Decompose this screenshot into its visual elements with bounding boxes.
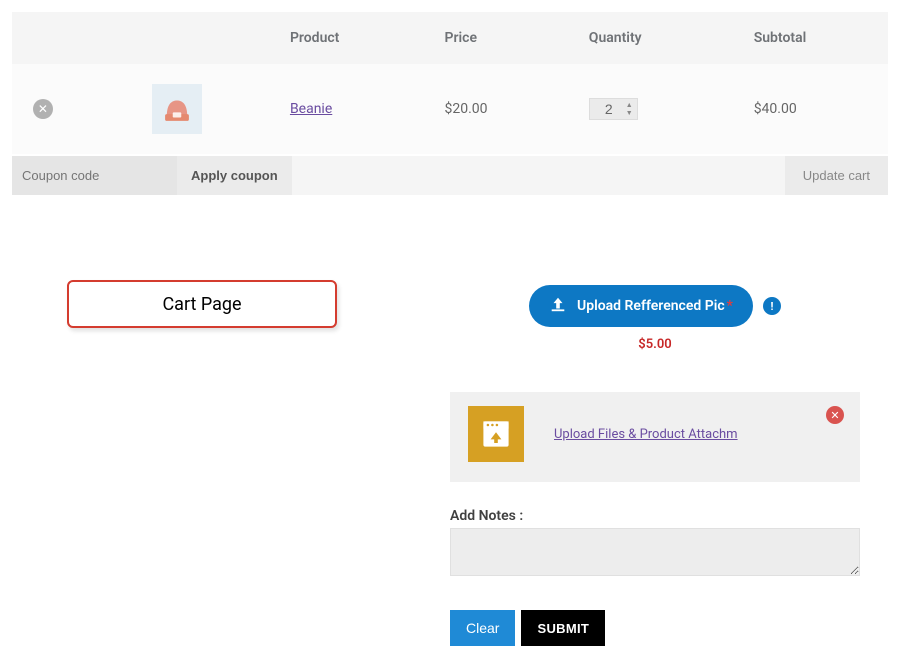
product-name-link[interactable]: Beanie bbox=[290, 101, 332, 117]
quantity-stepper[interactable]: ▲ ▼ bbox=[589, 98, 638, 120]
header-quantity: Quantity bbox=[579, 12, 744, 64]
notes-textarea[interactable] bbox=[450, 528, 860, 576]
upload-price: $5.00 bbox=[450, 337, 860, 352]
cart-table: Product Price Quantity Subtotal ✕ bbox=[12, 12, 888, 154]
header-price: Price bbox=[435, 12, 579, 64]
cart-row: ✕ Beanie $20.00 bbox=[12, 64, 888, 154]
remove-item-button[interactable]: ✕ bbox=[33, 99, 53, 119]
quantity-input[interactable] bbox=[594, 101, 624, 117]
attachment-link[interactable]: Upload Files & Product Attachm bbox=[554, 427, 738, 442]
chevron-down-icon[interactable]: ▼ bbox=[626, 110, 633, 117]
upload-button-label: Upload Refferenced Pic bbox=[577, 298, 725, 314]
cart-actions-bar: Apply coupon Update cart bbox=[12, 156, 888, 195]
notes-label: Add Notes : bbox=[450, 508, 860, 524]
product-subtotal: $40.00 bbox=[754, 101, 797, 117]
addon-panel: Upload Refferenced Pic* ! $5.00 ✕ Upload… bbox=[450, 285, 860, 646]
beanie-icon bbox=[160, 92, 194, 126]
header-product: Product bbox=[280, 12, 435, 64]
upload-icon bbox=[549, 295, 567, 317]
annotation-callout: Cart Page bbox=[67, 280, 337, 328]
close-icon: ✕ bbox=[38, 103, 48, 115]
submit-button[interactable]: SUBMIT bbox=[521, 610, 605, 646]
clear-button[interactable]: Clear bbox=[450, 610, 515, 646]
attachment-panel: ✕ Upload Files & Product Attachm bbox=[450, 392, 860, 482]
apply-coupon-button[interactable]: Apply coupon bbox=[177, 156, 292, 195]
product-price: $20.00 bbox=[445, 101, 488, 117]
update-cart-button[interactable]: Update cart bbox=[785, 156, 888, 195]
required-marker: * bbox=[727, 298, 733, 314]
info-icon[interactable]: ! bbox=[763, 297, 781, 315]
coupon-code-input[interactable] bbox=[12, 156, 177, 195]
cart-header-row: Product Price Quantity Subtotal bbox=[12, 12, 888, 64]
attachment-upload-icon bbox=[468, 406, 524, 462]
attachment-close-button[interactable]: ✕ bbox=[826, 406, 844, 424]
chevron-up-icon[interactable]: ▲ bbox=[626, 102, 633, 109]
close-icon: ✕ bbox=[830, 409, 839, 422]
upload-referenced-pic-button[interactable]: Upload Refferenced Pic* bbox=[529, 285, 753, 327]
product-thumbnail[interactable] bbox=[152, 84, 202, 134]
annotation-label: Cart Page bbox=[162, 294, 241, 315]
header-subtotal: Subtotal bbox=[744, 12, 888, 64]
